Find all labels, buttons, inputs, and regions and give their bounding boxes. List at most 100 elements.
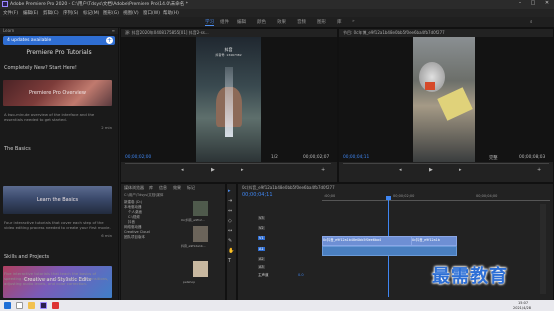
menu-window[interactable]: 窗口(W) <box>143 10 160 16</box>
source-step-fwd-icon[interactable]: ▸ <box>241 167 244 173</box>
workspace-effects[interactable]: 效果 <box>277 19 286 25</box>
media-browser-panel: 媒体浏览器 库 信息 效果 标记 C:\用户\Tdsys\文档\媒体 新建卷 (… <box>120 183 226 302</box>
source-timecode-duration: 00;00;02;07 <box>303 155 330 160</box>
maximize-button[interactable]: □ <box>527 0 539 9</box>
workspace-libraries[interactable]: 库 <box>337 19 342 25</box>
program-play-icon[interactable]: ▶ <box>429 167 433 173</box>
workspace-color[interactable]: 颜色 <box>257 19 266 25</box>
start-icon[interactable] <box>4 302 11 309</box>
workspace-learn[interactable]: 学习 <box>205 19 214 26</box>
clock-date[interactable]: 2021/4/28 <box>513 306 531 310</box>
track-label[interactable]: V2 <box>258 226 265 230</box>
workspace-editing[interactable]: 编辑 <box>237 19 246 25</box>
program-export-frame-icon[interactable]: + <box>537 167 541 173</box>
tab-info[interactable]: 信息 <box>159 185 167 191</box>
ripple-edit-icon[interactable]: ⇔ <box>228 208 232 214</box>
program-tab[interactable]: 节目: 0c年博_e9f12a1b48e0bb5f0ee6ba4fb7d0f27… <box>343 30 543 36</box>
card-creative-desc-visible: Five interactive tutorials that teach th… <box>4 271 109 286</box>
menu-sequence[interactable]: 序列(S) <box>63 10 78 16</box>
source-play-icon[interactable]: ▶ <box>211 167 215 173</box>
selection-tool-icon[interactable]: ▸ <box>228 188 231 194</box>
tab-libraries[interactable]: 库 <box>149 185 153 191</box>
app-icon[interactable] <box>52 302 59 309</box>
track-label[interactable]: A3 <box>258 265 265 269</box>
search-icon[interactable] <box>16 302 23 309</box>
menu-view[interactable]: 视图(V) <box>123 10 139 16</box>
program-zoom-select[interactable]: 完整 <box>489 155 498 161</box>
workspace-assembly[interactable]: 组件 <box>220 19 229 25</box>
program-scrub-bar[interactable] <box>343 163 549 164</box>
program-step-fwd-icon[interactable]: ▸ <box>459 167 462 173</box>
track-label[interactable]: A1 <box>258 247 265 251</box>
master-level[interactable]: 0.0 <box>298 273 304 277</box>
track-label[interactable]: V3 <box>258 216 265 220</box>
type-tool-icon[interactable]: T <box>228 258 231 264</box>
minimize-button[interactable]: – <box>514 0 526 9</box>
hand-tool-icon[interactable]: ✋ <box>228 248 234 254</box>
updates-banner[interactable]: 4 updates available + <box>3 36 115 45</box>
learn-panel-tab[interactable]: Learn ≡ <box>0 28 118 34</box>
add-icon[interactable]: + <box>106 37 113 44</box>
media-thumbnail[interactable] <box>193 201 208 216</box>
card-overview-thumbnail[interactable]: Premiere Pro Overview <box>3 80 112 106</box>
taskbar: 15:07 2021/4/28 <box>0 300 554 311</box>
video-clip[interactable]: 0c抖音_e9f12a1b <box>411 236 457 246</box>
timeline-timecode[interactable]: 00;00;04;11 <box>242 192 273 198</box>
source-add-button-icon[interactable]: + <box>321 167 325 173</box>
search-icon[interactable]: ⌕ <box>530 19 533 25</box>
source-scrub-bar[interactable] <box>125 163 331 164</box>
menu-help[interactable]: 帮助(H) <box>163 10 179 16</box>
media-thumb-label: 0c(抖音_e9f12... <box>181 218 205 222</box>
track-header-a3: A3 <box>238 264 322 273</box>
fire-spot <box>425 82 435 90</box>
audio-clip[interactable] <box>322 246 457 256</box>
tab-effects[interactable]: 效果 <box>173 185 181 191</box>
track-label[interactable]: A2 <box>258 257 265 261</box>
razor-icon[interactable]: ◇ <box>228 218 232 224</box>
source-viewer[interactable]: 抖音 抖音号: 13467382 <box>121 37 337 162</box>
video-clip[interactable]: 0c抖音_e9f12a1b48e0bb5f0ee6ba4 <box>322 236 412 246</box>
program-step-back-icon[interactable]: ◂ <box>399 167 402 173</box>
menu-graphics[interactable]: 图形(G) <box>103 10 119 16</box>
learn-panel: Learn ≡ 4 updates available + Premiere Pr… <box>0 28 119 300</box>
window-title: Adobe Premiere Pro 2020 - C:\用户\Tdsys\文档… <box>10 2 188 7</box>
more-workspaces-icon[interactable]: » <box>352 19 355 24</box>
timeline-ruler[interactable] <box>322 200 550 201</box>
menu-edit[interactable]: 编辑(E) <box>23 10 38 16</box>
source-timecode-current[interactable]: 00;00;02;00 <box>125 155 151 160</box>
tab-media-browser[interactable]: 媒体浏览器 <box>124 185 144 191</box>
track-label[interactable]: V1 <box>258 236 265 240</box>
slip-tool-icon[interactable]: ↔ <box>228 228 232 234</box>
program-viewer[interactable] <box>339 37 553 162</box>
media-thumb-label: petshop <box>183 280 196 284</box>
media-thumbnail[interactable] <box>193 226 208 242</box>
media-path[interactable]: C:\用户\Tdsys\文档\媒体 <box>124 193 214 198</box>
tree-item[interactable]: 团队项目版本 <box>124 235 179 240</box>
workspace-graphics[interactable]: 图形 <box>317 19 326 25</box>
yellow-object <box>437 87 473 121</box>
premiere-icon[interactable] <box>40 302 47 309</box>
workspace-audio[interactable]: 音频 <box>297 19 306 25</box>
tab-markers[interactable]: 标记 <box>187 185 195 191</box>
track-select-icon[interactable]: ⇥ <box>228 198 232 204</box>
menu-file[interactable]: 文件(F) <box>3 10 18 16</box>
media-thumbnail[interactable] <box>193 261 208 277</box>
close-button[interactable]: ✕ <box>540 0 554 9</box>
ruler-tick: :00;00 <box>324 194 336 198</box>
file-explorer-icon[interactable] <box>28 302 35 309</box>
timeline-scrollbar[interactable] <box>540 204 546 294</box>
source-zoom-select[interactable]: 1/2 <box>271 155 278 160</box>
ruler-tick: 00;00;02;00 <box>393 194 415 198</box>
timeline-tab[interactable]: 0c(抖音_e9f12a1b48e0bb5f0ee6ba4fb7d0f277 <box>242 185 442 191</box>
menu-clip[interactable]: 剪辑(C) <box>43 10 59 16</box>
master-label: 主声道 <box>258 273 269 277</box>
playhead-handle[interactable] <box>386 196 391 200</box>
pen-tool-icon[interactable]: ✎ <box>228 238 232 244</box>
source-tab[interactable]: 源: 抖音2020年0408175855[01] 抖音2-ss... <box>125 30 325 36</box>
menu-marker[interactable]: 标记(M) <box>83 10 99 16</box>
clock-time[interactable]: 15:07 <box>518 301 528 305</box>
program-timecode-current[interactable]: 00;00;04;11 <box>343 155 369 160</box>
source-step-back-icon[interactable]: ◂ <box>181 167 184 173</box>
card-basics-thumbnail[interactable]: Learn the Basics <box>3 186 112 214</box>
menu-bar: 文件(F) 编辑(E) 剪辑(C) 序列(S) 标记(M) 图形(G) 视图(V… <box>0 9 554 17</box>
